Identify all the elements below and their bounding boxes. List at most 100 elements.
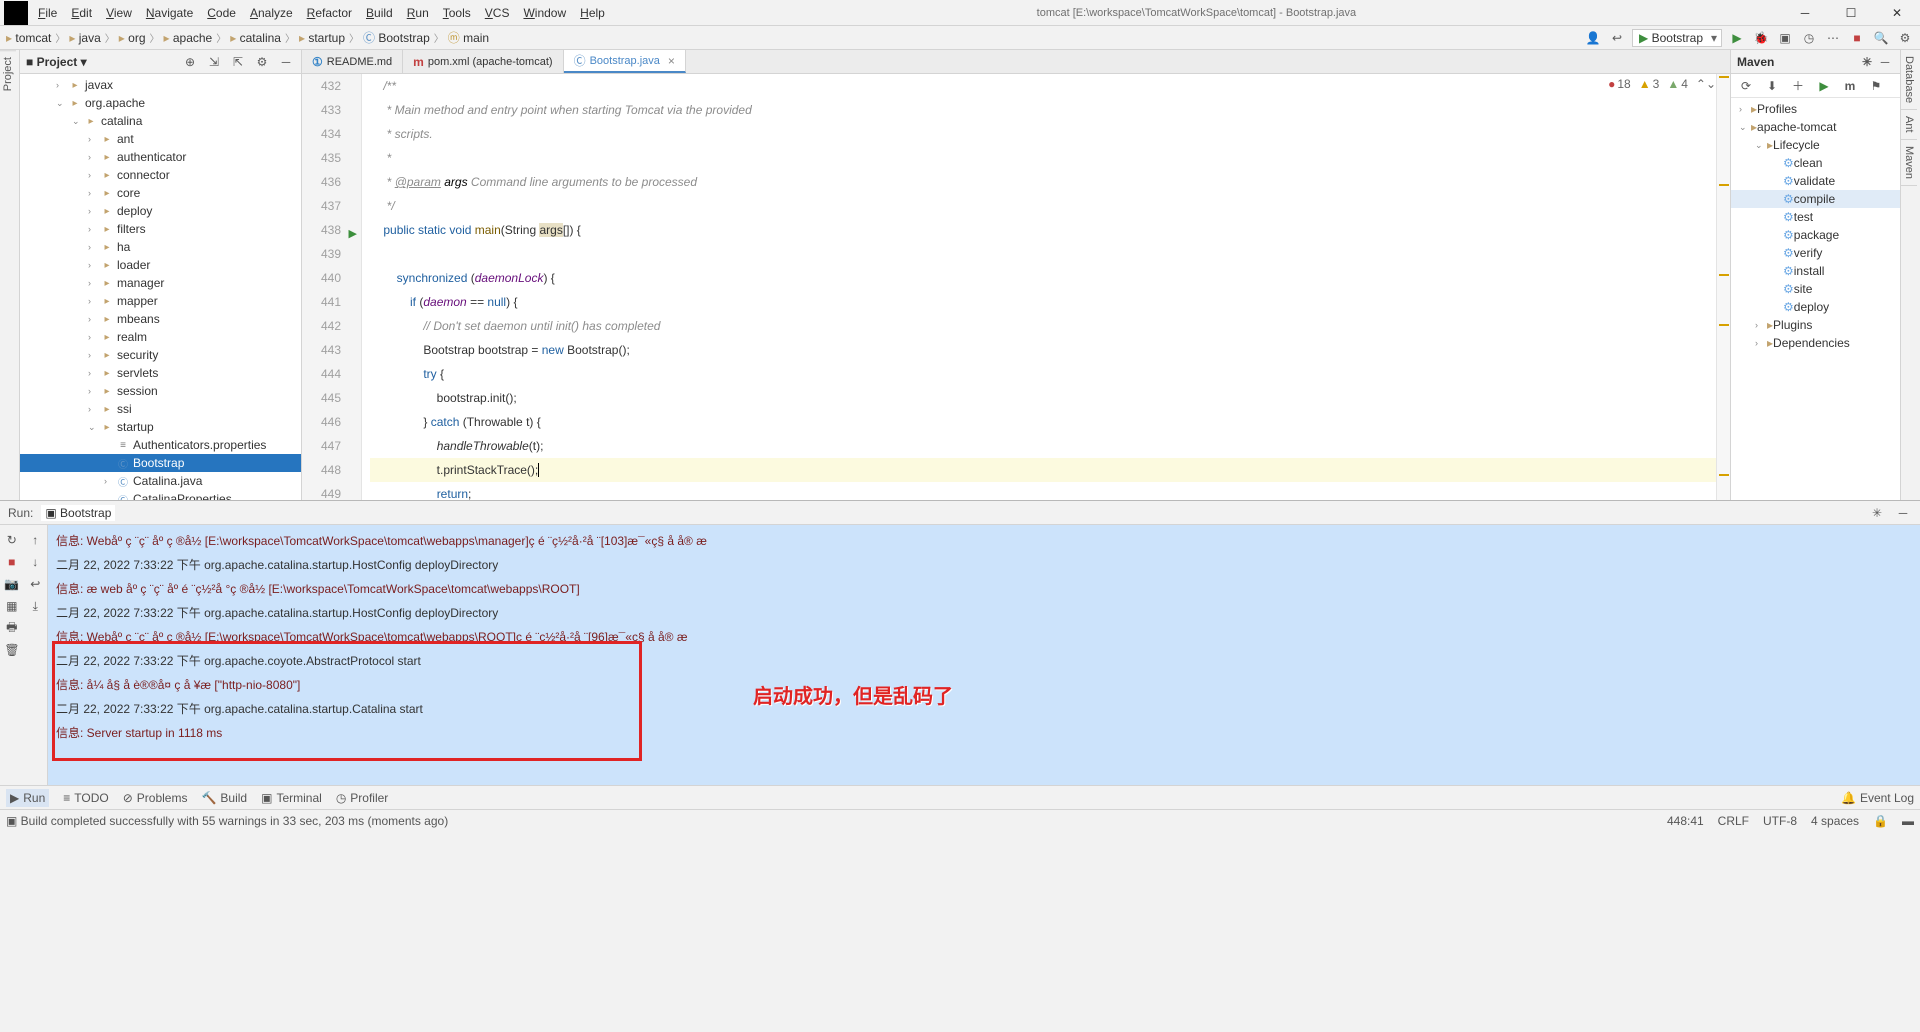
inspections-chevron-icon[interactable]: ⌃⌄ [1696, 77, 1716, 91]
code-editor[interactable]: 432433434435436437▶438439440441442443444… [302, 74, 1730, 500]
run-tab[interactable]: ▶ Run [6, 789, 49, 807]
readonly-toggle-icon[interactable]: 🔒 [1873, 814, 1888, 828]
menu-run[interactable]: Run [401, 4, 435, 22]
problems-tab[interactable]: ⊘ Problems [123, 791, 188, 805]
panel-settings-icon[interactable]: ⚙ [253, 53, 271, 71]
inspections-summary[interactable]: 18 3 4 ⌃⌄ [1608, 77, 1716, 91]
maven-tree-item[interactable]: ⚙ compile [1731, 190, 1900, 208]
tree-item[interactable]: ⒸCatalinaProperties [20, 490, 301, 500]
maven-tree-item[interactable]: ⚙ validate [1731, 172, 1900, 190]
tree-item[interactable]: ›▸core [20, 184, 301, 202]
console-output[interactable]: 信息: Webåº ç ¨ç¨ åº ç ®å½ [E:\workspace\T… [48, 525, 1920, 785]
run-maven-icon[interactable]: ▶ [1815, 77, 1833, 95]
hide-panel-icon[interactable]: ─ [277, 53, 295, 71]
tree-item[interactable]: ›▸ant [20, 130, 301, 148]
event-log-tab[interactable]: 🔔 Event Log [1841, 791, 1914, 805]
maven-tree-item[interactable]: ⚙ test [1731, 208, 1900, 226]
breadcrumb-item[interactable]: ▸ apache [164, 31, 213, 45]
tree-item[interactable]: ⒸBootstrap [20, 454, 301, 472]
code-body[interactable]: /** * Main method and entry point when s… [362, 74, 1716, 500]
indent-settings[interactable]: 4 spaces [1811, 814, 1859, 828]
errors-count[interactable]: 18 [1608, 77, 1631, 91]
tree-item[interactable]: ›▸mbeans [20, 310, 301, 328]
breadcrumb-item[interactable]: Ⓒ Bootstrap [363, 29, 430, 46]
stop-button[interactable]: ■ [1848, 29, 1866, 47]
breadcrumb-item[interactable]: ⓜ main [448, 29, 489, 46]
down-stack-icon[interactable]: ↓ [24, 551, 48, 573]
tree-item[interactable]: ›▸ha [20, 238, 301, 256]
close-tab-icon[interactable]: × [668, 54, 675, 68]
breadcrumb-item[interactable]: ▸ tomcat [6, 31, 51, 45]
up-stack-icon[interactable]: ↑ [24, 529, 48, 551]
warnings-count[interactable]: 3 [1639, 77, 1660, 91]
tree-item[interactable]: ›▸deploy [20, 202, 301, 220]
tree-item[interactable]: ⌄▸startup [20, 418, 301, 436]
tree-item[interactable]: ›▸authenticator [20, 148, 301, 166]
breadcrumb-item[interactable]: ▸ catalina [230, 31, 281, 45]
maven-tree-item[interactable]: ⚙ package [1731, 226, 1900, 244]
menu-edit[interactable]: Edit [65, 4, 98, 22]
menu-build[interactable]: Build [360, 4, 399, 22]
menu-tools[interactable]: Tools [437, 4, 477, 22]
tree-item[interactable]: ›▸session [20, 382, 301, 400]
tree-item[interactable]: ›▸servlets [20, 364, 301, 382]
reload-icon[interactable]: ⟳ [1737, 77, 1755, 95]
maven-tree-item[interactable]: ⚙ install [1731, 262, 1900, 280]
search-everywhere-icon[interactable]: 🔍 [1872, 29, 1890, 47]
maven-tree-item[interactable]: ⌄ ▸ apache-tomcat [1731, 118, 1900, 136]
maven-tree-item[interactable]: › ▸ Profiles [1731, 100, 1900, 118]
coverage-button[interactable]: ▣ [1776, 29, 1794, 47]
rerun-icon[interactable]: ↻ [0, 529, 24, 551]
run-button[interactable]: ▶ [1728, 29, 1746, 47]
menu-help[interactable]: Help [574, 4, 611, 22]
project-toolwindow-tab[interactable]: Project [0, 50, 16, 97]
tree-item[interactable]: ⌄▸catalina [20, 112, 301, 130]
maven-tree-item[interactable]: › ▸ Dependencies [1731, 334, 1900, 352]
error-stripe[interactable] [1716, 74, 1730, 500]
todo-tab[interactable]: ≡ TODO [63, 791, 108, 805]
execute-maven-icon[interactable]: m [1841, 77, 1859, 95]
maven-tree-item[interactable]: ⚙ clean [1731, 154, 1900, 172]
breadcrumb-item[interactable]: ▸ java [69, 31, 100, 45]
memory-indicator-icon[interactable]: ▬ [1902, 814, 1914, 828]
database-toolwindow-tab[interactable]: Database [1901, 50, 1917, 110]
minimize-button[interactable]: ─ [1782, 0, 1828, 26]
file-encoding[interactable]: UTF-8 [1763, 814, 1797, 828]
tree-item[interactable]: ›▸security [20, 346, 301, 364]
tree-item[interactable]: ›▸manager [20, 274, 301, 292]
menu-refactor[interactable]: Refactor [301, 4, 358, 22]
hide-maven-icon[interactable]: ─ [1876, 53, 1894, 71]
editor-tab[interactable]: Ⓒ Bootstrap.java × [564, 50, 686, 73]
tree-item[interactable]: ›ⒸCatalina.java [20, 472, 301, 490]
tree-item[interactable]: ›▸ssi [20, 400, 301, 418]
tree-item[interactable]: ›▸loader [20, 256, 301, 274]
layout-icon[interactable]: ▦ [0, 595, 24, 617]
menu-navigate[interactable]: Navigate [140, 4, 199, 22]
weak-warnings-count[interactable]: 4 [1667, 77, 1688, 91]
clear-all-icon[interactable] [24, 617, 48, 639]
tree-item[interactable]: ›▸realm [20, 328, 301, 346]
print-icon[interactable]: 🖶 [0, 617, 24, 639]
debug-button[interactable]: 🐞 [1752, 29, 1770, 47]
add-maven-icon[interactable]: ＋ [1789, 77, 1807, 95]
delete-icon[interactable]: 🗑 [0, 639, 24, 661]
tree-item[interactable]: ⌄▸org.apache [20, 94, 301, 112]
breadcrumb-item[interactable]: ▸ org [119, 31, 146, 45]
project-tree[interactable]: ›▸javax⌄▸org.apache⌄▸catalina›▸ant›▸auth… [20, 74, 301, 500]
generate-sources-icon[interactable]: ⬇ [1763, 77, 1781, 95]
menu-view[interactable]: View [100, 4, 138, 22]
user-icon[interactable]: 👤 [1584, 29, 1602, 47]
collapse-all-icon[interactable]: ⇱ [229, 53, 247, 71]
dump-threads-icon[interactable]: 📷 [0, 573, 24, 595]
select-opened-file-icon[interactable]: ⊕ [181, 53, 199, 71]
run-config-tab[interactable]: ▣ Bootstrap [41, 505, 115, 521]
toggle-offline-icon[interactable]: ⚑ [1867, 77, 1885, 95]
settings-icon[interactable]: ⚙ [1896, 29, 1914, 47]
menu-vcs[interactable]: VCS [479, 4, 516, 22]
scroll-end-icon[interactable]: ⤓ [24, 595, 48, 617]
maven-tree-item[interactable]: › ▸ Plugins [1731, 316, 1900, 334]
profile-button[interactable]: ◷ [1800, 29, 1818, 47]
breadcrumb-item[interactable]: ▸ startup [299, 31, 345, 45]
tree-item[interactable]: ≡Authenticators.properties [20, 436, 301, 454]
maximize-button[interactable]: ☐ [1828, 0, 1874, 26]
